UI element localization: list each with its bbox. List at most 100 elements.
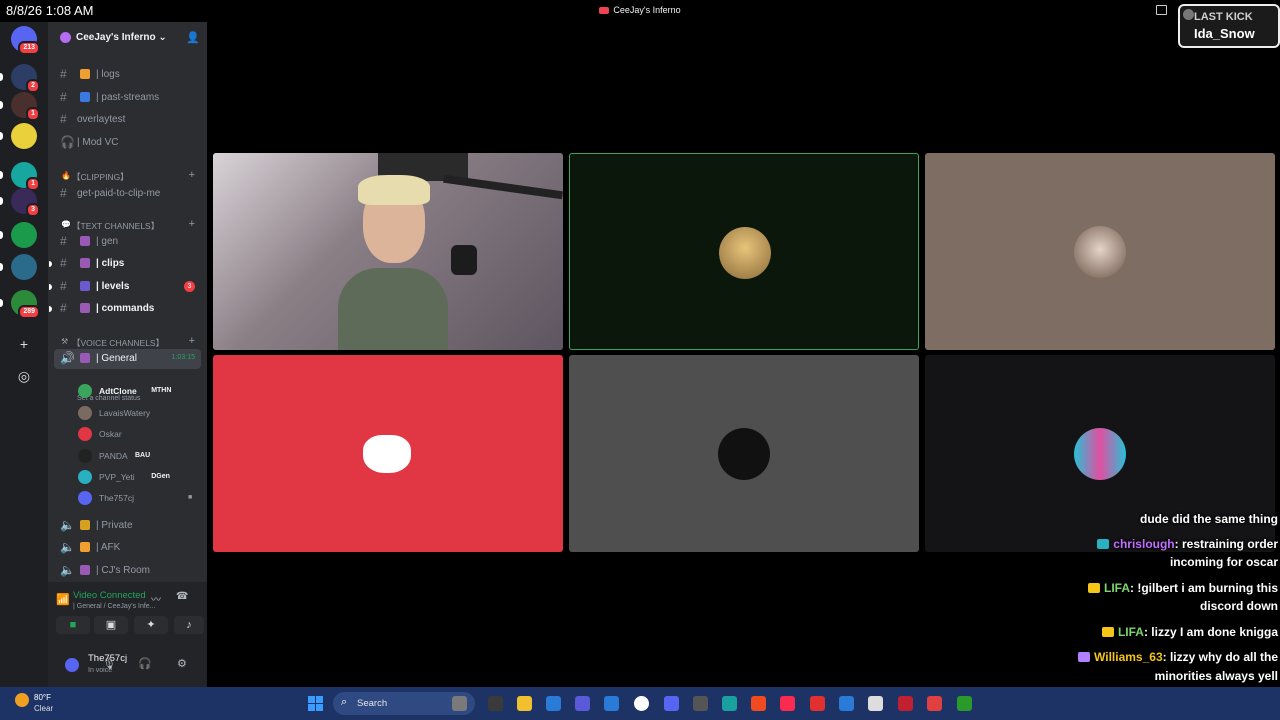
signal-icon[interactable]: 📶 — [56, 593, 70, 606]
channel-item[interactable]: # | past-streams — [48, 88, 207, 108]
server-icon[interactable]: 3 — [11, 188, 40, 217]
add-channel-icon[interactable]: + — [189, 335, 195, 347]
windows-taskbar: 80°F Clear ⌕ Search — [0, 687, 1280, 720]
store-icon[interactable] — [604, 696, 619, 711]
voice-connected-channel[interactable]: | General / CeeJay's Infe... — [73, 603, 156, 610]
video-tile-webcam[interactable] — [213, 153, 563, 350]
mention-badge: 1 — [26, 107, 40, 121]
server-icon[interactable]: 2 — [11, 64, 40, 93]
channel-item[interactable]: # | clips — [48, 254, 207, 274]
voice-member[interactable]: Oskar — [76, 424, 201, 444]
task-view-icon[interactable] — [488, 696, 503, 711]
voice-member[interactable]: PVP_Yeti DGen — [76, 467, 201, 487]
app-icon[interactable] — [810, 696, 825, 711]
xbox-icon[interactable] — [957, 696, 972, 711]
video-tile[interactable] — [925, 153, 1275, 350]
voice-member[interactable]: AdtClone MTHN — [76, 381, 201, 401]
avatar — [1074, 226, 1126, 278]
video-tile[interactable] — [569, 355, 919, 552]
app-icon[interactable] — [868, 696, 883, 711]
weather-icon[interactable] — [15, 693, 29, 707]
microphone-icon[interactable]: 🎙 — [102, 657, 116, 670]
server-icon[interactable]: 1 — [11, 92, 40, 121]
chat-badge-icon — [1088, 583, 1100, 593]
weather-temp[interactable]: 80°F — [34, 693, 51, 702]
voice-channel-item[interactable]: 🔈 | CJ's Room — [48, 561, 207, 581]
weather-condition[interactable]: Clear — [34, 704, 53, 713]
channel-label: | gen — [96, 236, 119, 247]
invite-people-icon[interactable]: 👤 — [186, 31, 200, 44]
channel-item[interactable]: # | levels 3 — [48, 277, 207, 297]
file-explorer-icon[interactable] — [517, 696, 532, 711]
camera-button[interactable]: ■ — [56, 616, 90, 634]
add-channel-icon[interactable]: + — [189, 218, 195, 230]
home-unread-badge: 213 — [18, 41, 40, 55]
files-app-icon[interactable] — [452, 696, 467, 711]
home-button[interactable]: 213 — [11, 26, 40, 55]
channel-get-paid-to-clip-me[interactable]: # get-paid-to-clip-me — [48, 184, 207, 204]
teams-icon[interactable] — [575, 696, 590, 711]
unread-pill — [0, 101, 3, 109]
inbox-icon[interactable] — [1156, 5, 1167, 15]
vscode-icon[interactable] — [546, 696, 561, 711]
add-server-icon[interactable]: + — [15, 335, 33, 353]
discover-icon[interactable]: ◎ — [15, 367, 33, 385]
category-text-channels[interactable]: 💬 【TEXT CHANNELS】 + — [48, 217, 207, 233]
voice-member[interactable]: PANDA BAU — [76, 446, 201, 466]
channel-item[interactable]: # overlaytest — [48, 110, 207, 130]
opera-icon[interactable] — [927, 696, 942, 711]
channel-item[interactable]: 🎧 | Mod VC — [48, 133, 207, 153]
chat-message: minorities always yell — [1155, 667, 1278, 686]
chat-message: dude did the same thing — [1140, 510, 1278, 529]
server-icon[interactable] — [11, 222, 37, 248]
chat-icon: 💬 — [61, 220, 71, 229]
app-icon[interactable] — [898, 696, 913, 711]
category-clipping[interactable]: 🔥 【CLIPPING】 + — [48, 168, 207, 184]
brave-icon[interactable] — [751, 696, 766, 711]
voice-member[interactable]: LavaisWatery — [76, 403, 201, 423]
music-icon[interactable] — [780, 696, 795, 711]
guild-header[interactable]: CeeJay's Inferno ⌄ 👤 — [48, 22, 207, 52]
settings-gear-icon[interactable]: ⚙ — [177, 657, 187, 670]
channel-label: overlaytest — [77, 114, 126, 125]
fire-icon: 🔥 — [61, 171, 71, 180]
server-rail: 213 + ◎ 2 1 1 3 289 — [0, 22, 48, 687]
channel-emoji-icon — [80, 258, 90, 268]
discord-icon[interactable] — [664, 696, 679, 711]
voice-channel-general[interactable]: 🔊 | General 1:03:15 — [54, 349, 201, 369]
voice-channel-item[interactable]: 🔈 | AFK — [48, 538, 207, 558]
voice-member[interactable]: The757cj ■ — [76, 488, 201, 508]
video-tile-discord[interactable] — [213, 355, 563, 552]
unread-pill — [0, 171, 3, 179]
voice-connected-status[interactable]: Video Connected — [73, 590, 146, 601]
video-tile-speaking[interactable] — [569, 153, 919, 350]
channel-item[interactable]: # | gen — [48, 232, 207, 252]
channel-item[interactable]: # | logs — [48, 65, 207, 85]
avatar[interactable] — [65, 658, 79, 672]
disconnect-icon[interactable]: ☎ — [176, 591, 188, 602]
voice-channel-item[interactable]: 🔈 | Private — [48, 516, 207, 536]
add-channel-icon[interactable]: + — [189, 169, 195, 181]
soundboard-button[interactable]: ♪ — [174, 616, 204, 634]
server-icon[interactable] — [11, 123, 37, 149]
noise-suppression-icon[interactable]: 〰 — [151, 591, 161, 606]
headphones-icon[interactable]: 🎧 — [138, 657, 152, 670]
help-icon[interactable] — [839, 696, 854, 711]
server-icon[interactable]: 1 — [11, 162, 40, 191]
activities-button[interactable]: ✦ — [134, 616, 168, 634]
server-icon[interactable] — [11, 254, 37, 280]
hash-icon: # — [60, 234, 67, 248]
title-bar: 8/8/26 1:08 AM CeeJay's Inferno — [0, 0, 1280, 22]
server-icon[interactable]: 289 — [11, 290, 40, 319]
screen-share-button[interactable]: ▣ — [94, 616, 128, 634]
app-icon[interactable] — [722, 696, 737, 711]
channel-item[interactable]: # | commands — [48, 299, 207, 319]
chat-text: dude did the same thing — [1139, 512, 1278, 526]
obs-icon[interactable] — [693, 696, 708, 711]
chrome-icon[interactable] — [634, 696, 649, 711]
avatar — [78, 406, 92, 420]
chat-username: chrislough — [1113, 537, 1175, 551]
category-voice-channels[interactable]: ⚒ 【VOICE CHANNELS】 + — [48, 334, 207, 350]
windows-start-icon[interactable] — [308, 696, 323, 711]
mention-badge: 2 — [26, 79, 40, 93]
